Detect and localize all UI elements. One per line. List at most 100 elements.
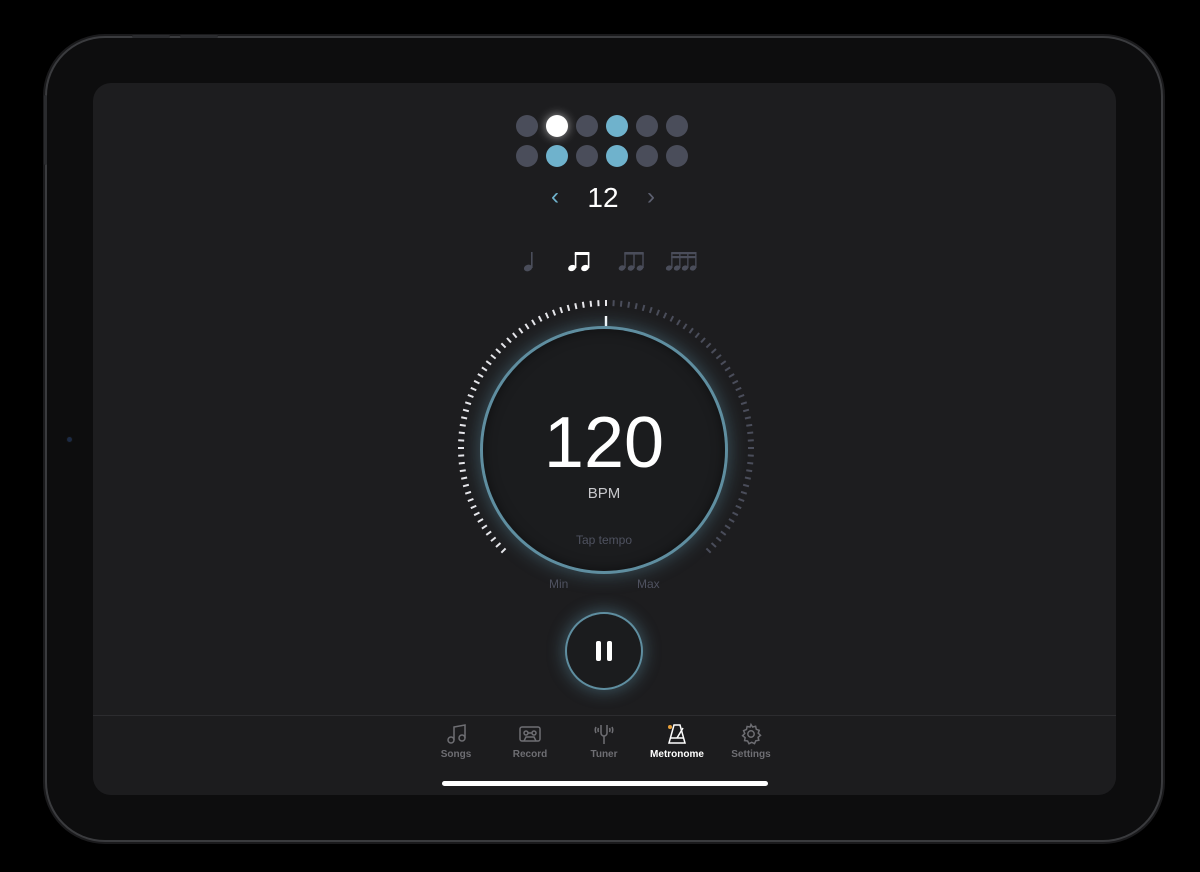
bpm-value: 120	[543, 403, 665, 483]
dial-tick	[461, 476, 468, 480]
dial-tick	[740, 490, 748, 495]
dial-tick	[746, 423, 753, 427]
volume-down-button	[180, 35, 218, 38]
beat-dot[interactable]	[516, 145, 538, 167]
dial-tick	[705, 342, 712, 349]
dial-tick	[662, 312, 668, 319]
tab-record[interactable]: Record	[494, 722, 566, 766]
dial-tick	[720, 360, 727, 366]
dial-tick	[477, 518, 484, 523]
dial-tick	[461, 416, 468, 420]
beat-dot[interactable]	[546, 145, 568, 167]
dial-tick	[464, 401, 472, 406]
sixteenth-notes-icon[interactable]	[661, 241, 703, 281]
dial-tick	[732, 379, 739, 385]
dial-tick	[477, 373, 484, 378]
beat-dot[interactable]	[606, 145, 628, 167]
chevron-right-icon[interactable]: ›	[639, 181, 663, 215]
dial-tick	[559, 306, 564, 314]
tab-label: Tuner	[590, 749, 618, 760]
beat-dot[interactable]	[606, 115, 628, 137]
triplet-notes-icon[interactable]	[613, 241, 649, 281]
dial-tick	[459, 469, 466, 473]
dial-tick	[462, 483, 470, 488]
metronome-screen: ‹ 12 › 120 BPM Tap tempo Min Max Songs R…	[93, 83, 1116, 795]
dial-tick	[481, 524, 488, 530]
dial-tick	[735, 386, 742, 392]
dial-tick	[735, 504, 742, 510]
dial-tick	[715, 354, 722, 360]
dial-tick	[500, 547, 507, 554]
dial-tick	[676, 319, 681, 326]
beat-dot[interactable]	[666, 145, 688, 167]
dial-tick	[506, 337, 512, 344]
dial-tick	[473, 379, 480, 385]
max-label: Max	[637, 577, 660, 591]
bpm-unit-label: BPM	[587, 485, 621, 502]
dial-tick	[531, 319, 536, 326]
power-button	[44, 95, 47, 165]
dial-tick	[490, 354, 497, 360]
dial-tick	[724, 366, 731, 372]
dial-tick	[740, 401, 748, 406]
dial-tick	[458, 461, 465, 465]
tempo-dial[interactable]: 120 BPM Tap tempo	[483, 329, 725, 571]
dial-tick	[512, 332, 518, 339]
dial-tick	[669, 315, 675, 322]
dial-tick	[738, 394, 745, 399]
dial-tick	[655, 309, 660, 316]
dial-tick	[732, 511, 739, 517]
dial-tick	[544, 312, 550, 319]
dial-tick	[742, 483, 750, 488]
beat-grid	[516, 115, 688, 167]
dial-tick	[524, 323, 530, 330]
tab-label: Songs	[440, 749, 472, 760]
dial-tick	[724, 524, 731, 530]
dial-tick	[552, 309, 557, 316]
dial-tick	[473, 511, 480, 517]
dial-tick	[589, 300, 593, 307]
dial-tick	[747, 431, 754, 435]
dial-tick	[688, 327, 694, 334]
chevron-left-icon[interactable]: ‹	[543, 181, 567, 215]
beat-dot[interactable]	[636, 145, 658, 167]
tab-songs[interactable]: Songs	[420, 722, 492, 766]
dial-tick	[728, 373, 735, 378]
dial-tick	[485, 360, 492, 366]
dial-tick	[700, 337, 706, 344]
tab-tuner[interactable]: Tuner	[568, 722, 640, 766]
beat-dot[interactable]	[516, 115, 538, 137]
dial-tick	[682, 323, 688, 330]
tab-settings[interactable]: Settings	[715, 722, 787, 766]
metronome-icon	[668, 724, 686, 744]
beat-dot[interactable]	[636, 115, 658, 137]
home-indicator	[442, 781, 768, 786]
quarter-note-icon[interactable]	[513, 241, 545, 281]
beat-dot[interactable]	[576, 145, 598, 167]
dial-tick	[648, 306, 653, 314]
dial-tick	[581, 301, 585, 308]
tab-metronome[interactable]: Metronome	[641, 722, 713, 766]
beat-dot[interactable]	[666, 115, 688, 137]
dial-tick	[641, 304, 646, 312]
dial-tick	[634, 303, 638, 310]
dial-tick	[537, 315, 543, 322]
cassette-icon	[519, 726, 541, 742]
dial-tick	[481, 366, 488, 372]
volume-up-button	[132, 35, 170, 38]
dial-tick	[694, 332, 700, 339]
dial-tick	[744, 416, 751, 420]
eighth-notes-icon[interactable]	[561, 241, 597, 281]
dial-tick	[710, 348, 717, 354]
beat-dot[interactable]	[546, 115, 568, 137]
tuning-fork-icon	[594, 725, 614, 744]
dial-tick	[495, 348, 502, 354]
beat-dot[interactable]	[576, 115, 598, 137]
dial-tick	[566, 304, 571, 312]
tab-label: Settings	[731, 749, 771, 760]
tap-tempo-label[interactable]: Tap tempo	[483, 533, 725, 547]
pause-button[interactable]	[567, 614, 641, 688]
dial-tick	[728, 518, 735, 523]
dial-tick	[746, 469, 753, 473]
tab-label: Metronome	[650, 749, 704, 760]
